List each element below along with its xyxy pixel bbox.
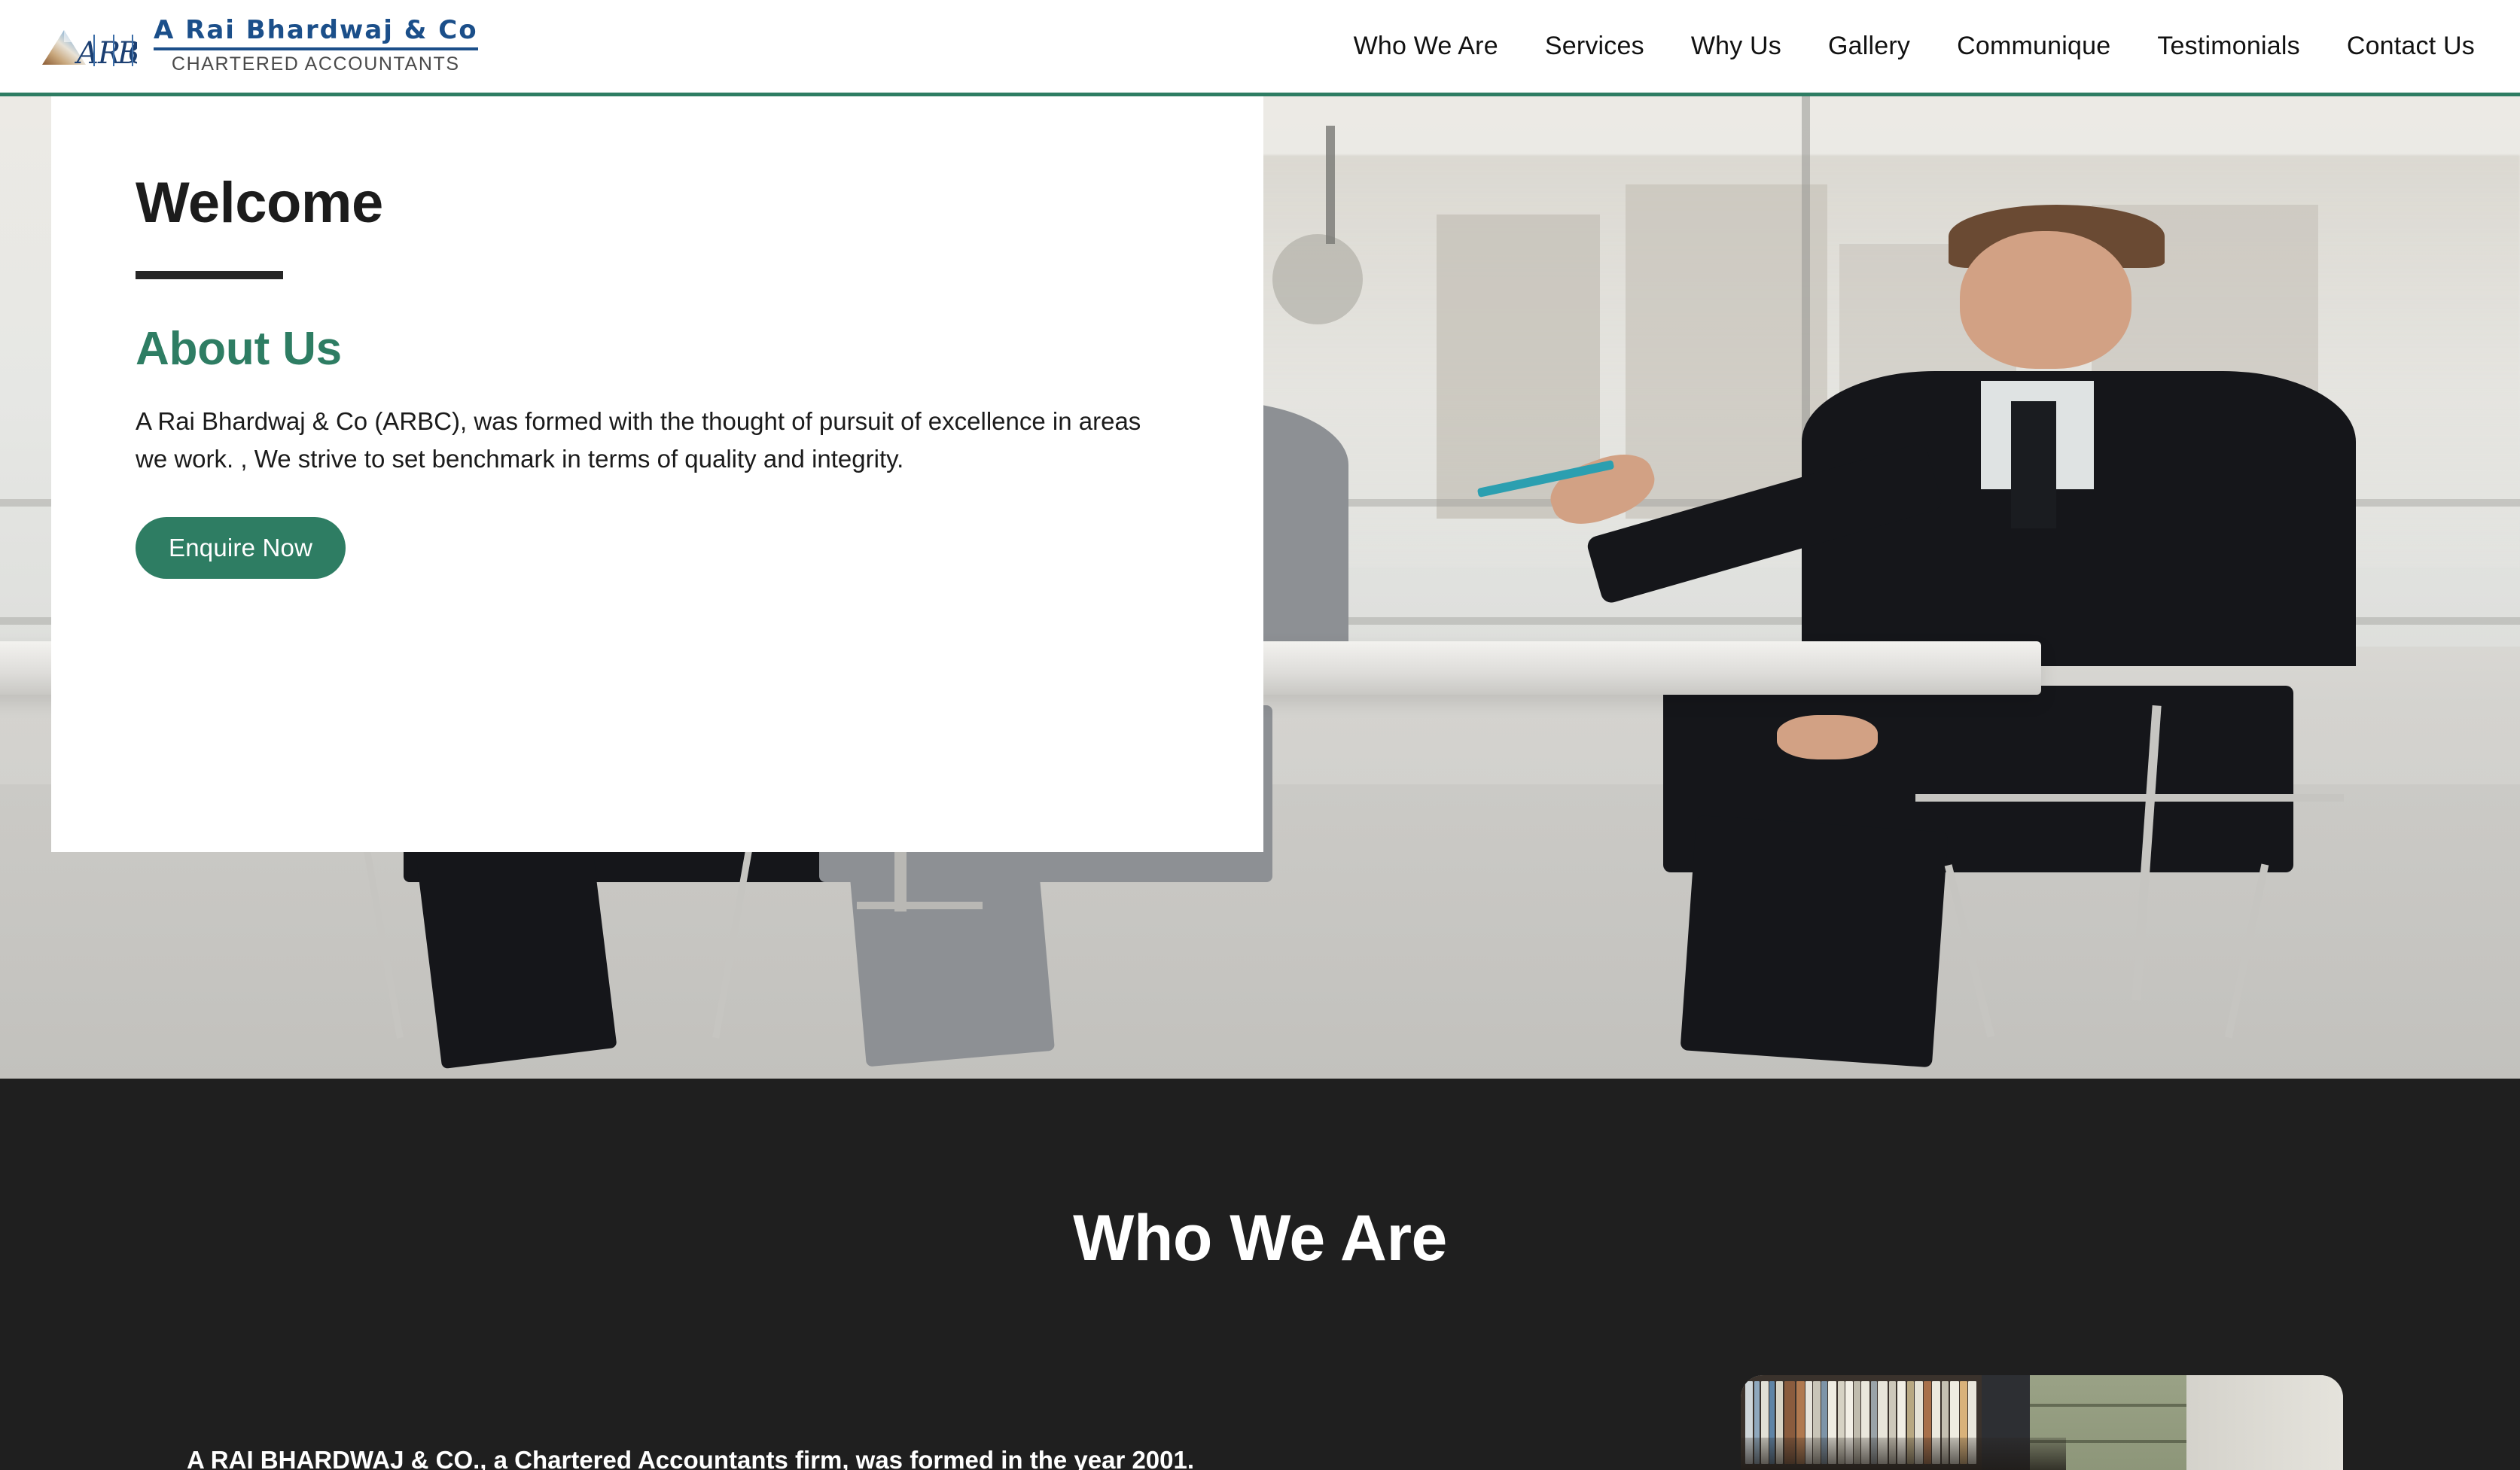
brand-logo[interactable]: A R B C A Rai Bhardwaj & Co CHARTERED AC… xyxy=(39,17,478,76)
person-left-leg xyxy=(416,832,617,1070)
nav-item-testimonials[interactable]: Testimonials xyxy=(2157,32,2299,61)
nav-item-gallery[interactable]: Gallery xyxy=(1828,32,1910,61)
person-right-head xyxy=(1915,204,2192,382)
person-right-hand-rest xyxy=(1776,715,1878,759)
brand-underline xyxy=(154,47,478,51)
who-we-are-heading: Who We Are xyxy=(1073,1202,1447,1274)
nav-item-communique[interactable]: Communique xyxy=(1957,32,2110,61)
who-we-are-image xyxy=(1741,1375,2343,1470)
hero-section: Welcome About Us A Rai Bhardwaj & Co (AR… xyxy=(0,96,2520,1079)
brand-tagline: CHARTERED ACCOUNTANTS xyxy=(171,53,460,75)
enquire-now-button[interactable]: Enquire Now xyxy=(136,517,346,580)
about-us-heading: About Us xyxy=(136,323,342,375)
page-title: Welcome xyxy=(136,171,383,235)
nav-item-who-we-are[interactable]: Who We Are xyxy=(1354,32,1498,61)
primary-nav: Who We Are Services Why Us Gallery Commu… xyxy=(1354,32,2475,61)
person-right-tie xyxy=(2010,400,2057,529)
who-we-are-body: A RAI BHARDWAJ & CO., a Chartered Accoun… xyxy=(187,1446,1195,1470)
arbc-triangle-logo-icon: A R B C xyxy=(39,20,151,74)
site-header: A R B C A Rai Bhardwaj & Co CHARTERED AC… xyxy=(0,0,2520,96)
person-right-leg xyxy=(1680,814,1949,1068)
person-middle-leg xyxy=(847,835,1056,1067)
nav-item-why-us[interactable]: Why Us xyxy=(1691,32,1781,61)
nav-item-services[interactable]: Services xyxy=(1545,32,1644,61)
welcome-card: Welcome About Us A Rai Bhardwaj & Co (AR… xyxy=(51,96,1263,852)
brand-text-block: A Rai Bhardwaj & Co CHARTERED ACCOUNTANT… xyxy=(154,17,478,76)
nav-item-contact-us[interactable]: Contact Us xyxy=(2347,32,2475,61)
brand-name: A Rai Bhardwaj & Co xyxy=(154,14,478,45)
about-us-body: A Rai Bhardwaj & Co (ARBC), was formed w… xyxy=(136,407,1141,473)
title-divider xyxy=(136,271,283,279)
page-root: A R B C A Rai Bhardwaj & Co CHARTERED AC… xyxy=(0,0,2520,1470)
